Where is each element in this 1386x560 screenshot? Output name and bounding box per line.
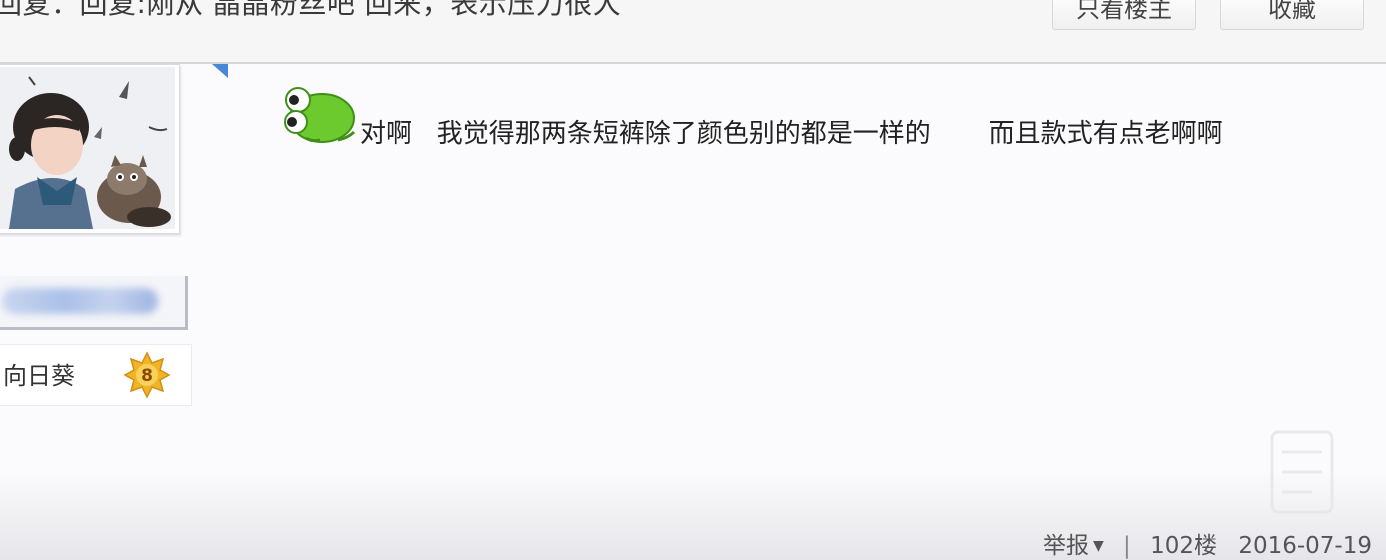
username-blurred [2,288,158,314]
frog-emoticon-icon [284,87,356,143]
post-footer: 举报 ▼ | 102楼 2016-07-19 [1043,530,1372,560]
level-number: 8 [141,366,153,386]
tieba-post-page: 回复：回复:刚从 晶晶粉丝吧 回来，表示压力很大 只看楼主 收藏 向日葵 8 对… [0,0,1386,560]
level-badge-icon[interactable]: 8 [123,351,171,399]
separator: | [1123,532,1131,559]
thread-header: 回复：回复:刚从 晶晶粉丝吧 回来，表示压力很大 只看楼主 收藏 [0,0,1386,64]
username-link[interactable] [0,276,188,330]
favorite-button[interactable]: 收藏 [1220,0,1364,30]
post-date: 2016-07-19 [1238,532,1372,559]
thread-title: 回复：回复:刚从 晶晶粉丝吧 回来，表示压力很大 [0,0,622,20]
report-label: 举报 [1042,532,1089,559]
post-content: 对啊 我觉得那两条短裤除了颜色别的都是一样的 而且款式有点老啊啊 [360,119,1223,149]
post-corner-marker [212,64,228,78]
only-op-button[interactable]: 只看楼主 [1052,0,1196,30]
dropdown-arrow-icon: ▼ [1092,537,1104,554]
level-name: 向日葵 [3,362,75,390]
floor-number: 102楼 [1150,532,1218,559]
avatar[interactable] [0,64,180,234]
user-level: 向日葵 8 [0,344,192,406]
avatar-image [0,67,175,229]
report-link[interactable]: 举报 ▼ [1043,530,1104,560]
